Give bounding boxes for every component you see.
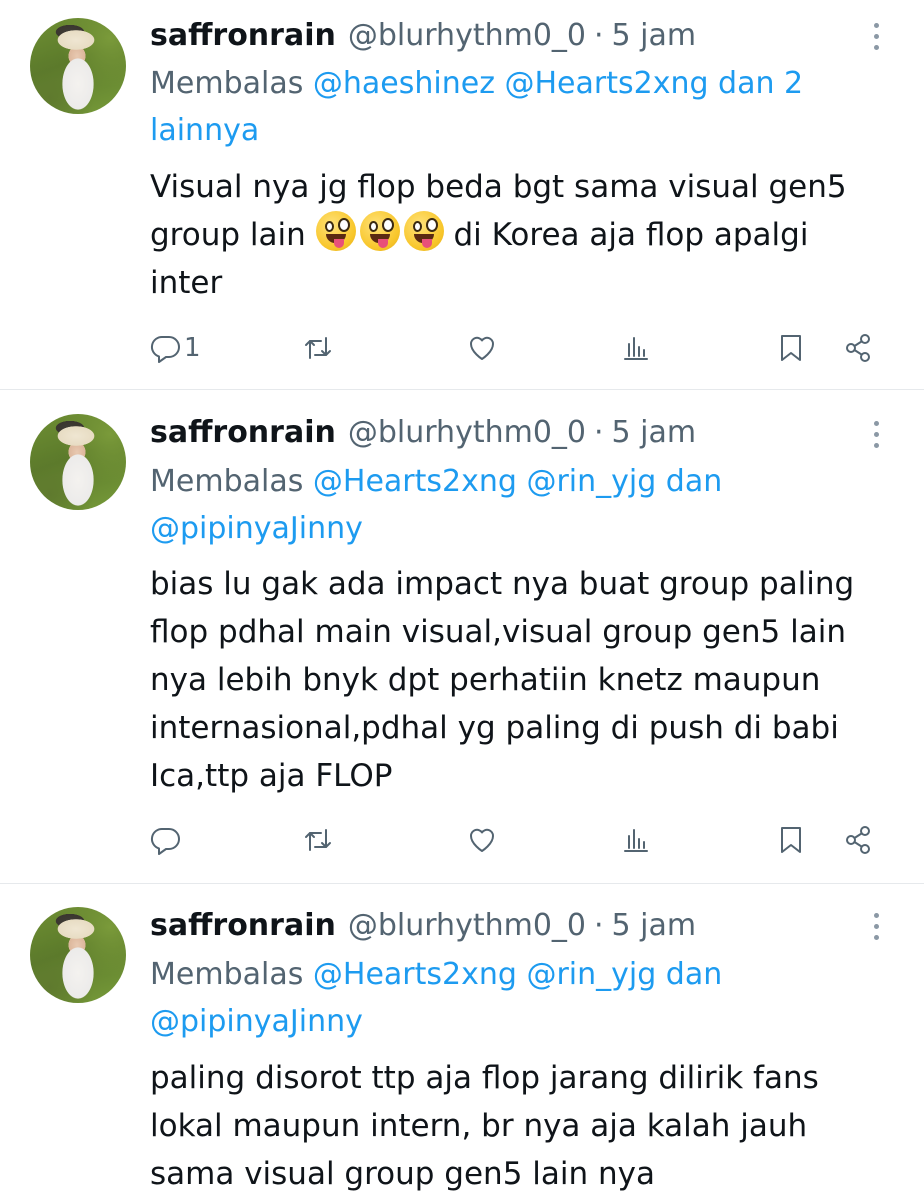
separator-dot: · (594, 414, 604, 450)
tweet-text-line: internasional,pdhal yg paling di push di… (150, 710, 839, 746)
retweet-button[interactable] (302, 820, 334, 860)
tweet-text-segment: group lain (150, 217, 306, 253)
views-button[interactable] (620, 820, 652, 860)
reply-context: Membalas @Hearts2xng @rin_yjg dan @pipin… (150, 951, 880, 1045)
user-handle[interactable]: @blurhythm0_0 (348, 415, 586, 450)
tweet-text-line: Ica,ttp aja FLOP (150, 758, 393, 794)
like-button[interactable] (466, 820, 498, 860)
tweet[interactable]: saffronrain @blurhythm0_0 · 5 jam Membal… (0, 0, 924, 389)
like-button[interactable] (466, 328, 498, 368)
more-icon[interactable] (866, 16, 886, 56)
tweet-actions (150, 820, 890, 860)
reply-prefix: Membalas (150, 66, 304, 101)
timestamp[interactable]: 5 jam (612, 18, 697, 53)
retweet-icon (305, 829, 331, 851)
tweet[interactable]: saffronrain @blurhythm0_0 · 5 jam Membal… (0, 390, 924, 882)
tweet-text: Visual nya jg flop beda bgt sama visual … (150, 163, 890, 307)
retweet-button[interactable] (302, 328, 334, 368)
share-button[interactable] (842, 820, 874, 860)
reply-mentions[interactable]: @haeshinez @Hearts2xng dan 2 (313, 66, 803, 101)
tweet-text-line: flop pdhal main visual,visual group gen5… (150, 614, 846, 650)
tweet-text-line: nya lebih bnyk dpt perhatiin knetz maupu… (150, 662, 821, 698)
tweet-text: paling disorot ttp aja flop jarang dilir… (150, 1054, 890, 1198)
reply-count: 1 (184, 333, 201, 363)
tweet-text: bias lu gak ada impact nya buat group pa… (150, 560, 890, 800)
avatar[interactable] (30, 414, 126, 510)
more-icon[interactable] (866, 414, 886, 454)
reply-context: Membalas @Hearts2xng @rin_yjg dan @pipin… (150, 458, 880, 552)
like-icon (469, 336, 495, 360)
display-name[interactable]: saffronrain (150, 415, 336, 450)
bookmark-icon (781, 335, 801, 361)
bookmark-button[interactable] (775, 820, 807, 860)
tweet-text-line: sama visual group gen5 lain nya (150, 1156, 655, 1192)
separator-dot: · (594, 17, 604, 53)
reply-prefix: Membalas (150, 464, 304, 499)
tweet-text-line: paling disorot ttp aja flop jarang dilir… (150, 1060, 819, 1096)
reply-button[interactable]: 1 (150, 328, 201, 368)
tweet-header: saffronrain @blurhythm0_0 · 5 jam (150, 410, 696, 454)
tweet-text-line: bias lu gak ada impact nya buat group pa… (150, 566, 855, 602)
tweet-text-line: lokal maupun intern, br nya aja kalah ja… (150, 1108, 808, 1144)
tweet-header: saffronrain @blurhythm0_0 · 5 jam (150, 13, 696, 57)
timestamp[interactable]: 5 jam (612, 908, 697, 943)
reply-button[interactable] (150, 820, 184, 860)
reply-icon (150, 827, 180, 855)
display-name[interactable]: saffronrain (150, 18, 336, 53)
tweet-text-line: inter (150, 265, 223, 301)
user-handle[interactable]: @blurhythm0_0 (348, 908, 586, 943)
zany-face-emoji (315, 211, 356, 251)
tweet-text-line: group lain di Korea aja flop apalgi (150, 211, 890, 259)
tweet[interactable]: saffronrain @blurhythm0_0 · 5 jam Membal… (0, 884, 924, 1200)
bookmark-icon (781, 827, 801, 853)
reply-mentions-more[interactable]: lainnya (150, 113, 259, 148)
timestamp[interactable]: 5 jam (612, 415, 697, 450)
avatar[interactable] (30, 18, 126, 114)
user-handle[interactable]: @blurhythm0_0 (348, 18, 586, 53)
reply-mention[interactable]: @pipinyaJinny (150, 511, 363, 546)
avatar[interactable] (30, 907, 126, 1003)
views-button[interactable] (620, 328, 652, 368)
tweet-actions: 1 (150, 328, 890, 368)
share-icon (846, 826, 870, 854)
reply-mentions[interactable]: @Hearts2xng @rin_yjg dan (313, 957, 722, 992)
display-name[interactable]: saffronrain (150, 908, 336, 943)
bookmark-button[interactable] (775, 328, 807, 368)
more-icon[interactable] (866, 906, 886, 946)
separator-dot: · (594, 907, 604, 943)
zany-face-emoji (403, 211, 444, 251)
zany-face-emoji (359, 211, 400, 251)
reply-mentions[interactable]: @Hearts2xng @rin_yjg dan (313, 464, 722, 499)
reply-prefix: Membalas (150, 957, 304, 992)
share-icon (846, 334, 870, 362)
reply-icon (150, 335, 180, 363)
emoji-group (315, 211, 444, 251)
tweet-text-line: Visual nya jg flop beda bgt sama visual … (150, 169, 847, 205)
tweet-text-segment: di Korea aja flop apalgi (453, 217, 809, 253)
like-icon (469, 828, 495, 852)
reply-mention[interactable]: @pipinyaJinny (150, 1004, 363, 1039)
views-icon (624, 829, 648, 852)
views-icon (624, 337, 648, 360)
retweet-icon (305, 337, 331, 359)
share-button[interactable] (842, 328, 874, 368)
reply-context: Membalas @haeshinez @Hearts2xng dan 2 la… (150, 60, 880, 154)
tweet-header: saffronrain @blurhythm0_0 · 5 jam (150, 903, 696, 947)
